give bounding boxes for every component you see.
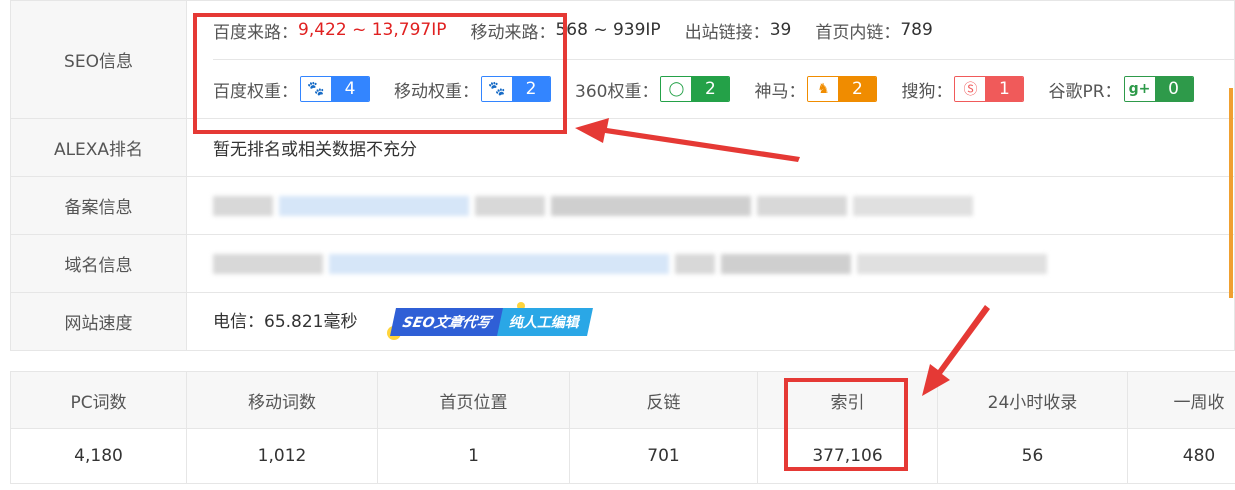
google-pr-value: 0	[1154, 77, 1193, 101]
shenma-badge[interactable]: ♞ 2	[807, 76, 878, 102]
alexa-label: ALEXA排名	[10, 118, 187, 177]
360-weight-value: 2	[691, 77, 730, 101]
stats-table: PC词数 移动词数 首页位置 反链 索引 24小时收录 一周收 4,180 1,012 1 701…	[10, 371, 1235, 484]
360-weight-badge[interactable]: ◯ 2	[660, 76, 731, 102]
speed-cell: 电信：65.821毫秒 SEO文章代写 纯人工编辑	[186, 292, 1235, 351]
mobile-traffic-unit: IP	[645, 20, 661, 40]
highlight-box-index	[784, 378, 908, 471]
sogou-badge[interactable]: Ⓢ 1	[954, 76, 1025, 102]
promo-part2: 纯人工编辑	[497, 308, 594, 336]
stats-header-2: 首页位置	[377, 371, 570, 429]
shenma-value: 2	[838, 77, 877, 101]
internal-links-value[interactable]: 789	[900, 20, 932, 40]
seo-info-label: SEO信息	[10, 0, 187, 119]
promo-part1: SEO文章代写	[389, 308, 504, 336]
stats-value-3[interactable]: 701	[569, 428, 758, 484]
google-pr-badge[interactable]: g+ 0	[1123, 76, 1194, 102]
stats-value-0[interactable]: 4,180	[10, 428, 187, 484]
stats-value-2[interactable]: 1	[377, 428, 570, 484]
stats-value-1[interactable]: 1,012	[186, 428, 378, 484]
internal-links-label: 首页内链：	[815, 22, 901, 43]
stats-header-3: 反链	[569, 371, 758, 429]
stats-header-6: 一周收	[1127, 371, 1235, 429]
google-pr-label: 谷歌PR：	[1048, 81, 1122, 102]
outbound-links-value[interactable]: 39	[770, 20, 792, 40]
stats-value-5[interactable]: 56	[937, 428, 1128, 484]
stats-header-0: PC词数	[10, 371, 187, 429]
shenma-label: 神马：	[754, 81, 806, 102]
domain-value-blurred	[186, 234, 1235, 293]
stats-value-6[interactable]: 480	[1127, 428, 1235, 484]
mobile-traffic-value: 568 ~ 939	[555, 20, 646, 40]
sogou-s-icon: Ⓢ	[955, 77, 986, 101]
speed-value: 电信：65.821毫秒	[213, 312, 358, 332]
sogou-label: 搜狗：	[901, 81, 953, 102]
shenma-horse-icon: ♞	[808, 77, 839, 101]
360-ring-icon: ◯	[661, 77, 692, 101]
icp-label: 备案信息	[10, 176, 187, 235]
360-weight-label: 360权重：	[575, 81, 659, 102]
stats-value-row: 4,180 1,012 1 701 377,106 56 480	[10, 428, 1235, 484]
speed-label: 网站速度	[10, 292, 187, 351]
stats-header-row: PC词数 移动词数 首页位置 反链 索引 24小时收录 一周收	[10, 371, 1235, 429]
stats-header-5: 24小时收录	[937, 371, 1128, 429]
seo-writing-promo[interactable]: SEO文章代写 纯人工编辑	[386, 302, 594, 340]
stats-header-1: 移动词数	[186, 371, 378, 429]
sogou-value: 1	[985, 77, 1024, 101]
domain-label: 域名信息	[10, 234, 187, 293]
icp-value-blurred	[186, 176, 1235, 235]
highlight-box-seo	[193, 13, 567, 134]
side-accent-strip	[1229, 88, 1233, 298]
outbound-links-label: 出站链接：	[684, 22, 770, 43]
google-plus-icon: g+	[1124, 77, 1155, 101]
